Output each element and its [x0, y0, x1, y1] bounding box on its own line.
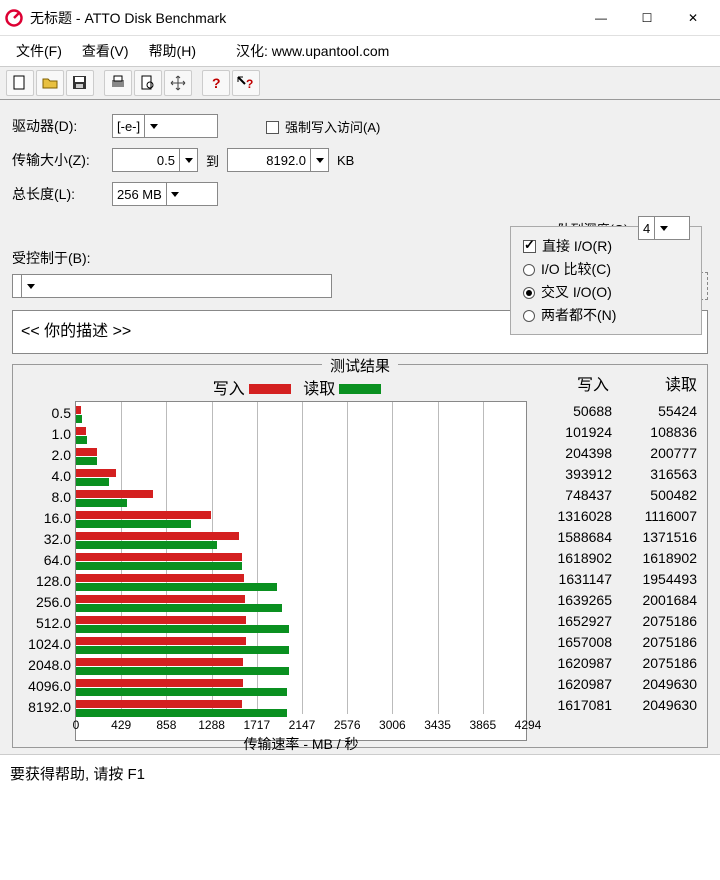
drive-combo[interactable]: [-e-] [112, 114, 218, 138]
direct-io-checkbox [523, 240, 536, 253]
x-tick: 2576 [334, 718, 361, 732]
col-header-write: 写入 [527, 371, 615, 401]
neither-option[interactable]: 两者都不(N) [523, 305, 689, 325]
new-button[interactable] [6, 70, 34, 96]
open-button[interactable] [36, 70, 64, 96]
force-write-label: 强制写入访问(A) [285, 120, 380, 135]
whatsthis-button[interactable]: ? [232, 70, 260, 96]
drive-label: 驱动器(D): [12, 116, 112, 136]
x-axis-label: 传输速率 - MB / 秒 [243, 734, 358, 754]
menubar: 文件(F) 查看(V) 帮助(H) 汉化: www.upantool.com [0, 36, 720, 66]
titlebar: 无标题 - ATTO Disk Benchmark — ☐ ✕ [0, 0, 720, 36]
results-group: 测试结果 写入 读取 写入 读取 0.51.02.04.08.016.032.0… [12, 364, 708, 748]
menu-help[interactable]: 帮助(H) [141, 39, 204, 63]
x-tick: 4294 [515, 718, 542, 732]
overlap-io-option[interactable]: 交叉 I/O(O) [523, 282, 689, 302]
toolbar: ? ? [0, 66, 720, 100]
data-columns: 5068810192420439839391274843713160281588… [527, 401, 703, 741]
length-label: 总长度(L): [12, 184, 112, 204]
help-button[interactable]: ? [202, 70, 230, 96]
menu-view[interactable]: 查看(V) [74, 39, 137, 63]
controlled-combo[interactable] [12, 274, 332, 298]
x-tick: 1288 [198, 718, 225, 732]
x-tick: 1717 [243, 718, 270, 732]
minimize-button[interactable]: — [578, 3, 624, 33]
legend: 写入 读取 [75, 375, 527, 399]
x-tick: 3865 [469, 718, 496, 732]
chart-plot: 传输速率 - MB / 秒 04298581288171721472576300… [75, 401, 527, 741]
svg-text:?: ? [246, 77, 253, 91]
x-tick: 3006 [379, 718, 406, 732]
svg-text:?: ? [212, 75, 221, 91]
io-compare-option[interactable]: I/O 比较(C) [523, 259, 689, 279]
status-bar: 要获得帮助, 请按 F1 [0, 754, 720, 792]
overlap-io-radio [523, 287, 535, 299]
size-from-combo[interactable]: 0.5 [112, 148, 198, 172]
x-tick: 858 [156, 718, 176, 732]
x-tick: 2147 [289, 718, 316, 732]
force-write-checkbox[interactable] [266, 121, 279, 134]
y-axis-labels: 0.51.02.04.08.016.032.064.0128.0256.0512… [17, 401, 75, 741]
save-button[interactable] [66, 70, 94, 96]
window-title: 无标题 - ATTO Disk Benchmark [30, 8, 578, 28]
size-label: 传输大小(Z): [12, 150, 112, 170]
close-button[interactable]: ✕ [670, 3, 716, 33]
queue-combo[interactable]: 4 [638, 216, 690, 240]
io-compare-radio [523, 264, 535, 276]
print-button[interactable] [104, 70, 132, 96]
main-panel: 驱动器(D): [-e-] 强制写入访问(A) 传输大小(Z): 0.5 到 8… [0, 100, 720, 754]
neither-radio [523, 310, 535, 322]
app-icon [4, 8, 24, 28]
maximize-button[interactable]: ☐ [624, 3, 670, 33]
size-to-combo[interactable]: 8192.0 [227, 148, 329, 172]
io-options-panel: 直接 I/O(R) I/O 比较(C) 交叉 I/O(O) 两者都不(N) [510, 226, 702, 335]
menu-file[interactable]: 文件(F) [8, 39, 70, 63]
menu-hanhua: 汉化: www.upantool.com [228, 39, 397, 63]
results-label: 测试结果 [322, 355, 398, 376]
x-tick: 3435 [424, 718, 451, 732]
x-tick: 429 [111, 718, 131, 732]
move-button[interactable] [164, 70, 192, 96]
size-unit: KB [337, 153, 354, 168]
x-tick: 0 [73, 718, 80, 732]
length-combo[interactable]: 256 MB [112, 182, 218, 206]
preview-button[interactable] [134, 70, 162, 96]
col-header-read: 读取 [615, 371, 703, 401]
size-to-label: 到 [206, 151, 219, 170]
